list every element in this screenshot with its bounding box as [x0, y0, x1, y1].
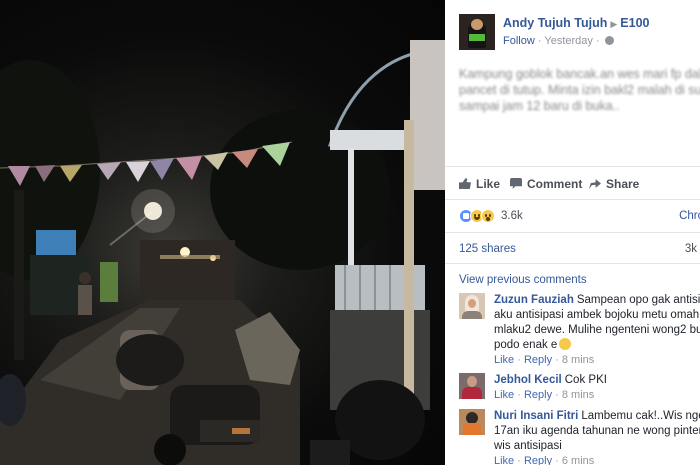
comment-actions: Like · Reply · 8 mins	[494, 354, 595, 366]
page-name-link[interactable]: E100	[620, 16, 649, 30]
comment-actions: Like · Reply · 6 mins	[494, 455, 595, 465]
facebook-post-panel: Andy Tujuh Tujuh ▶ E100 Follow · Yesterday…	[445, 0, 700, 465]
comment-label: Comment	[527, 177, 583, 191]
share-arrow-icon	[589, 179, 601, 189]
comment-reply-link[interactable]: Reply	[524, 354, 552, 366]
post-actions-bar: Like Comment Share	[445, 166, 700, 200]
reaction-count[interactable]: 3.6k	[501, 210, 523, 222]
comment-time[interactable]: 6 mins	[562, 455, 594, 465]
comment-actions: Like · Reply · 8 mins	[494, 389, 595, 401]
shares-row: 125 shares 3k	[445, 232, 700, 264]
laughing-emoji-icon	[559, 338, 572, 350]
comment-body: Zuzun FauziahSampean opo gak antisipas a…	[494, 293, 700, 368]
author-name-link[interactable]: Andy Tujuh Tujuh	[503, 16, 607, 30]
comment-button[interactable]: Comment	[510, 177, 582, 191]
arrow-right-icon: ▶	[610, 19, 618, 29]
commenter-avatar[interactable]	[459, 409, 485, 435]
comment-body: Nuri Insani FitriLambemu cak!..Wis ngert…	[494, 409, 700, 465]
commenter-name[interactable]: Zuzun Fauziah	[494, 294, 574, 306]
post-text-line: Kampung goblok bancak.an wes mari fp dal	[459, 67, 700, 81]
comment-like-link[interactable]: Like	[494, 354, 514, 366]
views-count: 3k	[684, 243, 697, 255]
comment-time[interactable]: 8 mins	[562, 354, 594, 366]
post-text: Kampung goblok bancak.an wes mari fp dal…	[459, 66, 700, 114]
post-text-line: pancet di tutup. Minta izin bakl2 malah …	[459, 83, 700, 97]
share-button[interactable]: Share	[589, 177, 639, 191]
commenter-name[interactable]: Jebhol Kecil	[494, 374, 562, 386]
post-timestamp[interactable]: Yesterday	[544, 35, 593, 47]
comment-text-line: wis antisipasi	[494, 440, 562, 452]
comment-text-line: podo enak e	[494, 339, 558, 351]
commenter-name[interactable]: Nuri Insani Fitri	[494, 410, 578, 422]
comment-like-link[interactable]: Like	[494, 389, 514, 401]
post-meta: Follow · Yesterday ·	[503, 35, 614, 47]
globe-icon	[604, 36, 614, 45]
commenter-avatar[interactable]	[459, 373, 485, 399]
like-button[interactable]: Like	[459, 177, 500, 191]
wow-reaction-icon[interactable]	[481, 209, 495, 223]
comment-sort-dropdown[interactable]: Chro	[679, 210, 700, 222]
comment-text-line: aku antisipasi ambek bojoku metu omah so	[494, 309, 700, 321]
comment-text-line: mlaku2 dewe. Mulihe ngenteni wong2 buyar	[494, 324, 700, 336]
comment-text-line: 17an iku agenda tahunan ne wong pinter k…	[494, 425, 700, 437]
comment-text-line: Cok PKI	[564, 374, 607, 386]
speech-bubble-icon	[510, 178, 522, 189]
post-header: Andy Tujuh Tujuh ▶ E100 Follow · Yesterday…	[459, 12, 700, 52]
night-street-scene	[0, 40, 445, 465]
thumbs-up-icon	[459, 178, 471, 189]
meta-separator: ·	[595, 35, 603, 47]
post-photo[interactable]	[0, 0, 445, 465]
comment-text-line: Sampean opo gak antisipas	[576, 294, 700, 306]
commenter-avatar[interactable]	[459, 293, 485, 319]
post-text-line: sampai jam 12 baru di buka..	[459, 99, 620, 113]
comment-like-link[interactable]: Like	[494, 455, 514, 465]
comment-reply-link[interactable]: Reply	[524, 389, 552, 401]
like-label: Like	[476, 177, 501, 191]
view-previous-comments-link[interactable]: View previous comments	[459, 274, 587, 286]
author-line: Andy Tujuh Tujuh ▶ E100	[503, 16, 650, 30]
shares-count-link[interactable]: 125 shares	[459, 243, 516, 255]
reactions-row: 3.6k Chro	[459, 208, 700, 226]
comment-time[interactable]: 8 mins	[562, 389, 594, 401]
author-avatar[interactable]	[459, 14, 495, 50]
comment-body: Jebhol Kecil Cok PKI Like · Reply · 8 min…	[494, 373, 700, 403]
comment-reply-link[interactable]: Reply	[524, 455, 552, 465]
follow-link[interactable]: Follow	[503, 35, 535, 47]
comment-text-line: Lambemu cak!..Wis ngerti	[581, 410, 700, 422]
share-label: Share	[606, 177, 640, 191]
